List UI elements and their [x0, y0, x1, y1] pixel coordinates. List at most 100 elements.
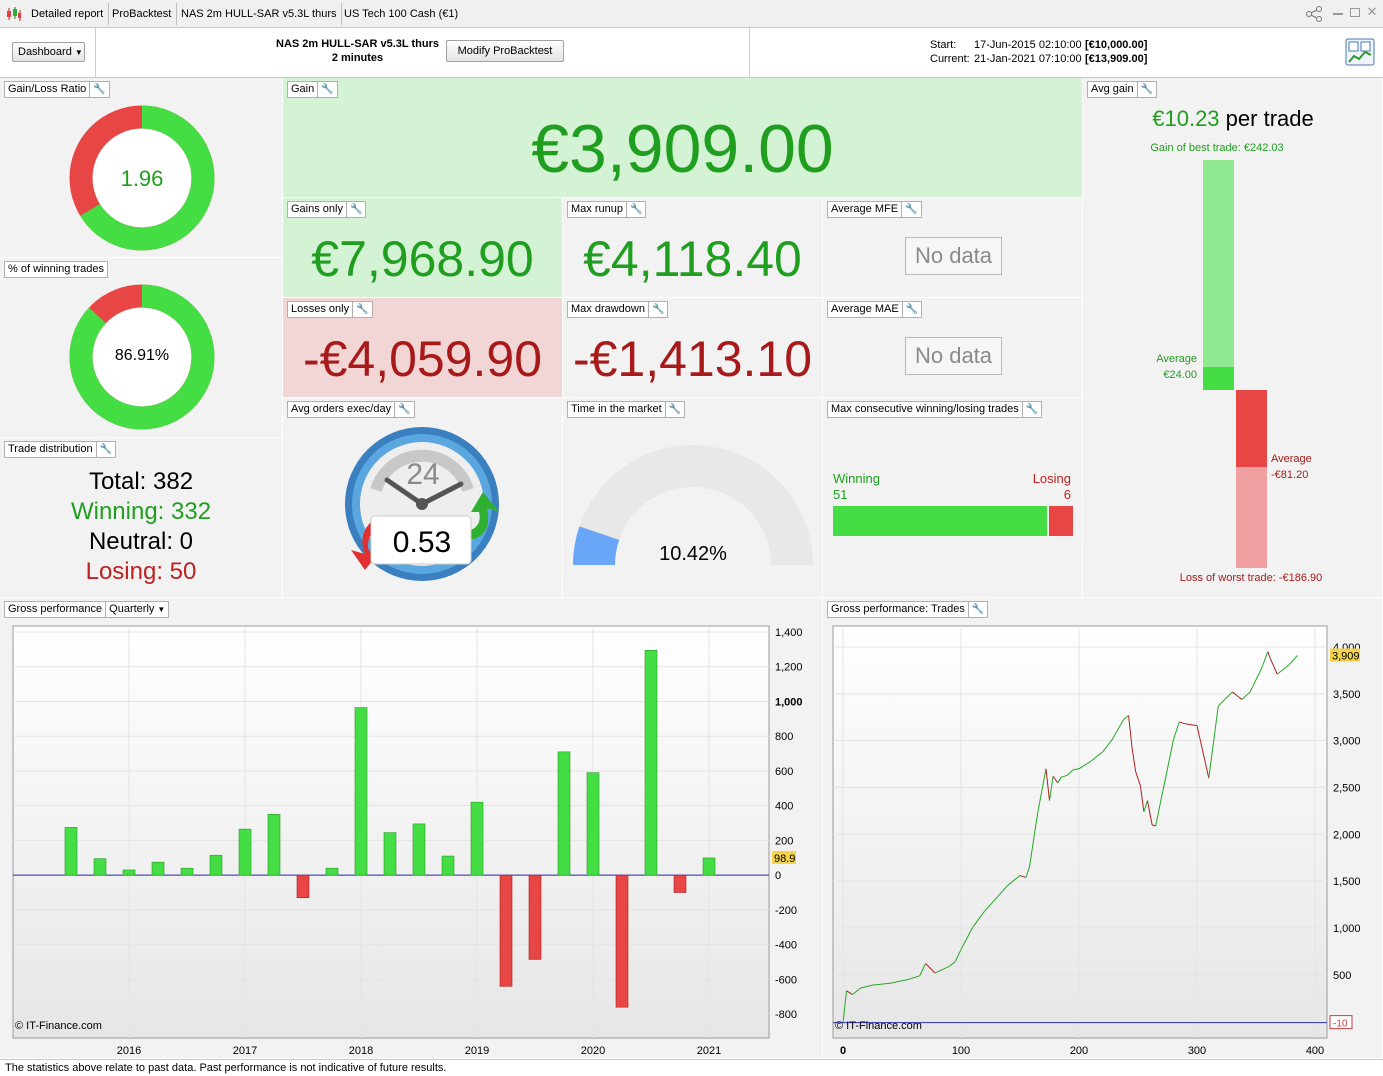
wrench-icon[interactable]: 🔧 [625, 202, 642, 217]
x-tick-label: 2020 [581, 1045, 605, 1057]
close-icon[interactable]: ✕ [1365, 4, 1379, 20]
wrench-icon[interactable]: 🔧 [647, 302, 664, 317]
winning-trades-value: 86.91% [114, 347, 170, 364]
winning-trades-title-text: % of winning trades [8, 263, 104, 275]
bar [325, 867, 339, 876]
bar [586, 772, 600, 876]
x-tick-label: 100 [952, 1045, 970, 1057]
start-date: 17-Jun-2015 02:10:00 [974, 39, 1082, 51]
tab-bar: Detailed report ProBacktest NAS 2m HULL-… [0, 0, 1383, 28]
wrench-icon[interactable]: 🔧 [317, 82, 334, 97]
average-mfe-no-data: No data [905, 237, 1002, 275]
y-tick-label: 3,500 [1333, 689, 1361, 701]
average-mfe-panel: Average MFE 🔧 No data [823, 198, 1083, 298]
maximize-icon[interactable] [1350, 8, 1360, 17]
best-trade-label: Gain of best trade: €242.03 [1150, 142, 1284, 154]
wrench-icon[interactable]: 🔧 [352, 302, 369, 317]
y-tick-label: 2,500 [1333, 783, 1361, 795]
y-tick-label: 200 [775, 835, 793, 847]
y-tick-label: 1,500 [1333, 876, 1361, 888]
max-consecutive-title: Max consecutive winning/losing trades 🔧 [827, 401, 1043, 418]
avg-win-label: Average [1156, 353, 1197, 365]
wrench-icon[interactable]: 🔧 [901, 202, 918, 217]
avg-gain-suffix: per trade [1225, 106, 1314, 131]
y-tick-label: -200 [775, 905, 797, 917]
share-icon[interactable] [1305, 6, 1325, 22]
modify-probacktest-button[interactable]: Modify ProBacktest [446, 40, 564, 62]
tab-instrument[interactable]: US Tech 100 Cash (€1) [339, 3, 463, 25]
bar [93, 858, 107, 876]
gains-only-title-text: Gains only [291, 203, 343, 215]
gain-title-text: Gain [291, 83, 315, 95]
wrench-icon[interactable]: 🔧 [89, 82, 106, 97]
avg-loss-label: Average [1271, 453, 1312, 465]
x-tick-label: 2016 [117, 1045, 141, 1057]
trade-distribution-title-text: Trade distribution [8, 443, 93, 455]
x-tick-label: 2021 [697, 1045, 721, 1057]
header-divider-right [749, 28, 750, 78]
trade-distribution-panel: Trade distribution 🔧 Total: 382 Winning: … [0, 438, 283, 598]
winning-value: 332 [171, 498, 212, 525]
time-in-market-gauge [573, 445, 813, 565]
last-value-label: 3,909 [1332, 651, 1360, 663]
gross-performance-line-chart: 4,0003,5003,0002,5002,0001,5001,0005000 1… [832, 625, 1361, 1057]
y-tick-label: 1,400 [775, 627, 803, 639]
max-runup-panel: Max runup 🔧 €4,118.40 [563, 198, 823, 298]
wrench-icon[interactable]: 🔧 [1136, 82, 1153, 97]
trade-distribution-title: Trade distribution 🔧 [4, 441, 117, 458]
max-drawdown-panel: Max drawdown 🔧 -€1,413.10 [563, 298, 823, 398]
gain-loss-ratio-panel: Gain/Loss Ratio 🔧 1.96 [0, 78, 283, 258]
bar [383, 832, 397, 876]
bar [615, 874, 629, 1008]
wrench-icon[interactable]: 🔧 [394, 402, 411, 417]
dashboard-label: Dashboard [18, 46, 72, 58]
wrench-icon[interactable]: 🔧 [1021, 402, 1038, 417]
bar [644, 649, 658, 876]
winning-trades-title: % of winning trades [4, 261, 108, 278]
wrench-icon[interactable]: 🔧 [95, 442, 112, 457]
worst-trade-label: Loss of worst trade: -€186.90 [1179, 572, 1323, 584]
wrench-icon[interactable]: 🔧 [901, 302, 918, 317]
max-runup-title-text: Max runup [571, 203, 623, 215]
dashboard-dropdown[interactable]: Dashboard ▼ [12, 42, 85, 62]
y-tick-label: 800 [775, 731, 793, 743]
y-tick-label: -800 [775, 1009, 797, 1021]
dial-number: 24 [406, 458, 440, 491]
x-tick-label: 200 [1070, 1045, 1088, 1057]
header-divider [95, 28, 96, 78]
bar [441, 855, 455, 876]
clock-gauge-icon [345, 427, 499, 581]
avg-orders-title: Avg orders exec/day 🔧 [287, 401, 415, 418]
max-runup-value: €4,118.40 [583, 231, 802, 287]
y-tick-label: 500 [1333, 970, 1351, 982]
total-trades: Total: 382 [0, 468, 282, 496]
tab-probacktest[interactable]: ProBacktest [107, 3, 178, 25]
tab-strategy[interactable]: NAS 2m HULL-SAR v5.3L thurs [176, 3, 343, 25]
chevron-down-icon: ▼ [74, 48, 83, 57]
gain-value: €3,909.00 [531, 111, 834, 187]
avg-orders-title-text: Avg orders exec/day [291, 403, 392, 415]
gross-performance-bar-chart: 1,400 1,200 1,000 800 600 400 200 0 -200 -400 -600… [12, 625, 803, 1057]
losses-only-title-text: Losses only [291, 303, 350, 315]
y-tick-label: 400 [775, 801, 793, 813]
gain-loss-ratio-title-text: Gain/Loss Ratio [8, 83, 87, 95]
y-tick-label: 600 [775, 766, 793, 778]
consec-losing-value: 6 [1063, 487, 1071, 502]
bar [180, 867, 194, 876]
consec-losing-label: Losing [1032, 471, 1071, 486]
consec-losing-bar [1049, 506, 1073, 536]
report-icon[interactable] [1345, 38, 1375, 66]
average-mfe-title: Average MFE 🔧 [827, 201, 922, 218]
bar [528, 874, 542, 960]
x-tick-label: 2019 [465, 1045, 489, 1057]
x-tick-label: 400 [1306, 1045, 1324, 1057]
wrench-icon[interactable]: 🔧 [345, 202, 362, 217]
average-mae-panel: Average MAE 🔧 No data [823, 298, 1083, 398]
tab-detailed-report[interactable]: Detailed report [26, 3, 110, 25]
bar-chart-credit: © IT-Finance.com [15, 1020, 102, 1032]
y-tick-label: 1,200 [775, 662, 803, 674]
minimize-icon[interactable] [1333, 13, 1343, 15]
y-tick-label: 3,000 [1333, 736, 1361, 748]
current-label: Current: [930, 53, 970, 65]
time-in-market-value: 10.42% [659, 543, 727, 565]
